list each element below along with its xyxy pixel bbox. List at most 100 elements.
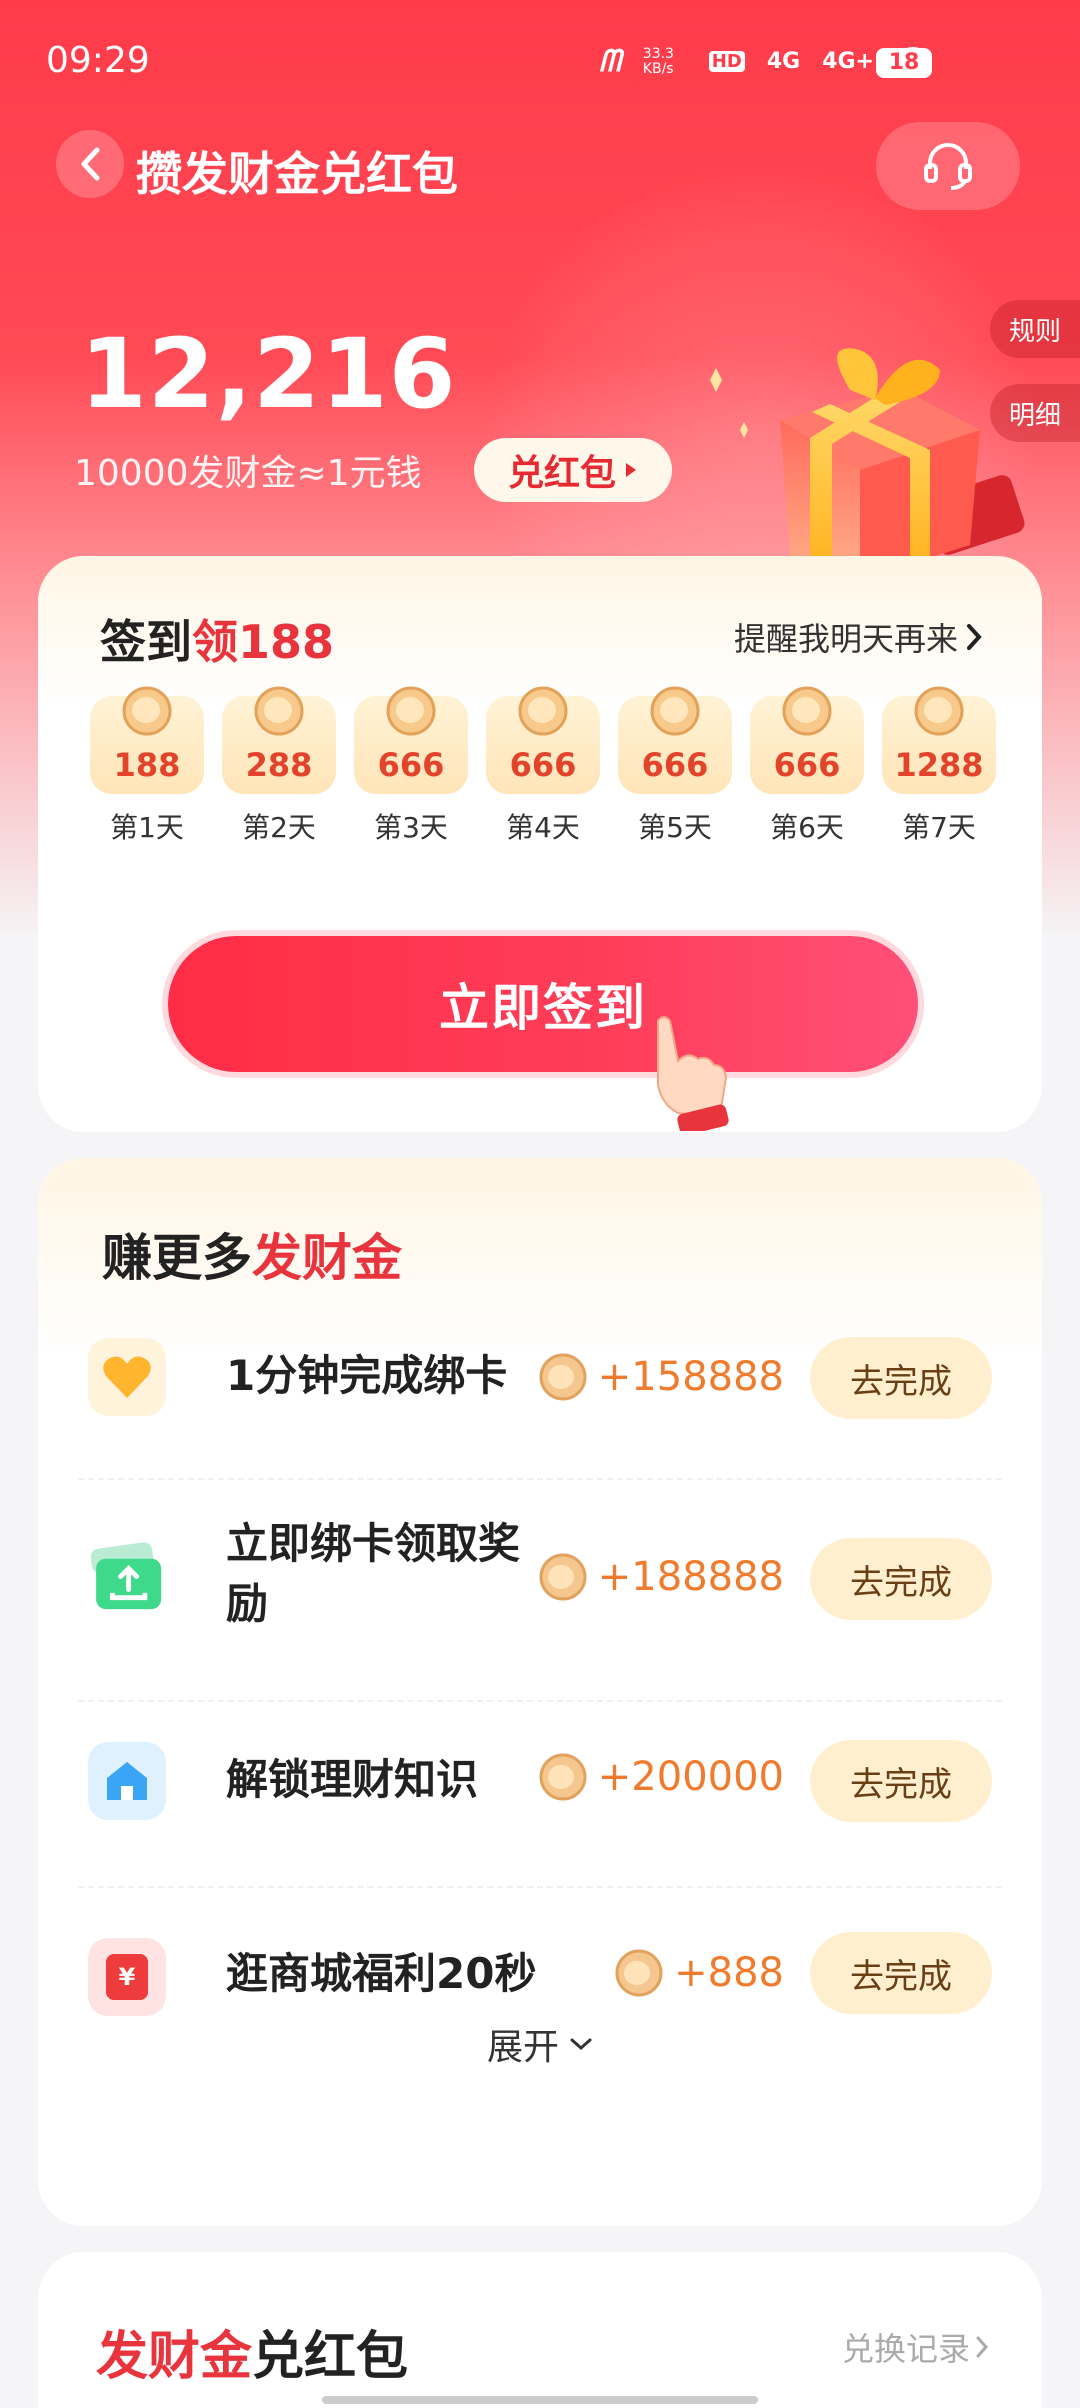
- task-reward: +158888: [538, 1352, 784, 1402]
- redeem-section-title: 发财金兑红包: [96, 2314, 408, 2389]
- coin-icon: [615, 1949, 663, 1997]
- chevron-right-icon: [976, 2336, 988, 2358]
- coin-icon: [650, 686, 700, 736]
- task-name: 解锁理财知识: [226, 1755, 479, 1804]
- checkin-button-label: 立即签到: [439, 979, 647, 1037]
- checkin-day: 666 第3天: [354, 686, 468, 846]
- checkin-day-label: 第5天: [638, 811, 712, 844]
- checkin-day-value: 666: [509, 746, 577, 784]
- battery-indicator: 18: [876, 48, 932, 78]
- house-icon: [88, 1742, 166, 1820]
- task-row: 1分钟完成绑卡 +158888 去完成: [38, 1278, 1042, 1480]
- network-2: 4G+: [822, 49, 874, 74]
- coin-balance: 12,216: [80, 318, 457, 430]
- checkin-day-value: 288: [245, 746, 313, 784]
- coin-icon: [539, 1353, 587, 1401]
- coin-icon: [782, 686, 832, 736]
- triangle-right-icon: [626, 463, 636, 477]
- task-reward-value: +188888: [597, 1554, 784, 1600]
- task-complete-button[interactable]: 去完成: [810, 1932, 992, 2014]
- expand-label: 展开: [486, 2027, 559, 2068]
- checkin-day-tile: 288: [222, 686, 336, 794]
- exchange-rate-text: 10000发财金≈1元钱: [74, 453, 422, 494]
- task-name: 立即绑卡领取奖励: [226, 1519, 521, 1628]
- checkin-card: 签到领188 提醒我明天再来 188 第1天 288 第2天 666 第3天 666 第4天 6…: [38, 556, 1042, 1132]
- task-name: 1分钟完成绑卡: [226, 1351, 508, 1400]
- checkin-day-tile: 1288: [882, 686, 996, 794]
- redeem-red-packet-button[interactable]: 兑红包: [474, 438, 672, 502]
- task-row: 解锁理财知识 +200000 去完成: [38, 1700, 1042, 1900]
- svg-text:¥: ¥: [119, 1963, 136, 1991]
- checkin-day-label: 第3天: [374, 811, 448, 844]
- checkin-day: 188 第1天: [90, 686, 204, 846]
- task-row: 立即绑卡领取奖励 +188888 去完成: [38, 1478, 1042, 1702]
- checkin-day-tile: 666: [354, 686, 468, 794]
- redeem-record-link[interactable]: 兑换记录: [842, 2324, 988, 2370]
- task-reward-value: +200000: [597, 1754, 784, 1800]
- task-reward: +188888: [538, 1552, 784, 1602]
- redeem-label: 兑红包: [507, 453, 616, 494]
- chevron-down-icon: [570, 2038, 592, 2051]
- checkin-day-tile: 188: [90, 686, 204, 794]
- coin-icon: [518, 686, 568, 736]
- earn-more-card: 赚更多发财金 1分钟完成绑卡 +158888 去完成 立即绑卡领取奖励 +188…: [38, 1158, 1042, 2226]
- expand-toggle[interactable]: 展开: [38, 2018, 1042, 2070]
- checkin-day-label: 第4天: [506, 811, 580, 844]
- remind-label: 提醒我明天再来: [733, 620, 958, 658]
- page-title: 攒发财金兑红包: [136, 147, 458, 201]
- pointing-hand-icon: [657, 1016, 729, 1131]
- coin-icon: [539, 1553, 587, 1601]
- gift-box-illustration: [710, 348, 1025, 580]
- redeem-title-highlight: 发财金: [96, 2327, 253, 2387]
- checkin-day-tile: 666: [618, 686, 732, 794]
- chevron-right-icon: [967, 624, 982, 650]
- checkin-days: 188 第1天 288 第2天 666 第3天 666 第4天 666 第5天 666 第6天 1288…: [90, 686, 996, 846]
- checkin-day-tile: 666: [486, 686, 600, 794]
- back-button[interactable]: [56, 130, 124, 198]
- hd-badge: HD: [708, 51, 745, 72]
- checkin-title: 签到领188: [100, 606, 334, 672]
- yen-icon: ¥: [88, 1938, 166, 2016]
- task-complete-button[interactable]: 去完成: [810, 1337, 992, 1419]
- checkin-day: 666 第4天: [486, 686, 600, 846]
- checkin-day-value: 188: [113, 746, 181, 784]
- coin-icon: [914, 686, 964, 736]
- checkin-button[interactable]: 立即签到: [168, 936, 918, 1072]
- checkin-day-value: 666: [641, 746, 709, 784]
- home-indicator[interactable]: [322, 2396, 758, 2404]
- status-bar: 09:29 ᗰ 33.3 KB/s HD 4G 4G+ 18: [0, 0, 1080, 120]
- card-upload-icon: [88, 1540, 166, 1618]
- task-complete-button[interactable]: 去完成: [810, 1538, 992, 1620]
- checkin-day: 666 第6天: [750, 686, 864, 846]
- network-1: 4G: [766, 49, 801, 74]
- status-time: 09:29: [46, 40, 150, 81]
- checkin-day-label: 第7天: [902, 811, 976, 844]
- checkin-day: 666 第5天: [618, 686, 732, 846]
- checkin-title-prefix: 签到: [100, 615, 192, 669]
- redeem-card: 发财金兑红包 兑换记录: [38, 2252, 1042, 2408]
- checkin-day-tile: 666: [750, 686, 864, 794]
- coin-icon: [386, 686, 436, 736]
- coin-icon: [254, 686, 304, 736]
- headset-icon: [924, 143, 972, 190]
- checkin-day: 288 第2天: [222, 686, 336, 846]
- task-complete-button[interactable]: 去完成: [810, 1740, 992, 1822]
- redeem-title-suffix: 兑红包: [252, 2327, 409, 2387]
- task-name: 逛商城福利20秒: [226, 1949, 537, 1998]
- checkin-day-value: 1288: [894, 746, 984, 784]
- checkin-day-label: 第6天: [770, 811, 844, 844]
- coin-icon: [122, 686, 172, 736]
- chevron-left-icon: [81, 147, 100, 181]
- net-speed: 33.3 KB/s: [642, 45, 674, 77]
- task-reward: +888: [614, 1948, 784, 1998]
- customer-service-button[interactable]: [876, 122, 1020, 210]
- checkin-day-label: 第2天: [242, 811, 316, 844]
- checkin-day-value: 666: [773, 746, 841, 784]
- remind-tomorrow-link[interactable]: 提醒我明天再来: [734, 614, 982, 660]
- task-reward-value: +158888: [597, 1354, 784, 1400]
- heart-icon: [88, 1338, 166, 1416]
- redeem-record-label: 兑换记录: [841, 2330, 970, 2368]
- coin-icon: [539, 1753, 587, 1801]
- task-reward-value: +888: [674, 1950, 784, 1996]
- checkin-day-label: 第1天: [110, 811, 184, 844]
